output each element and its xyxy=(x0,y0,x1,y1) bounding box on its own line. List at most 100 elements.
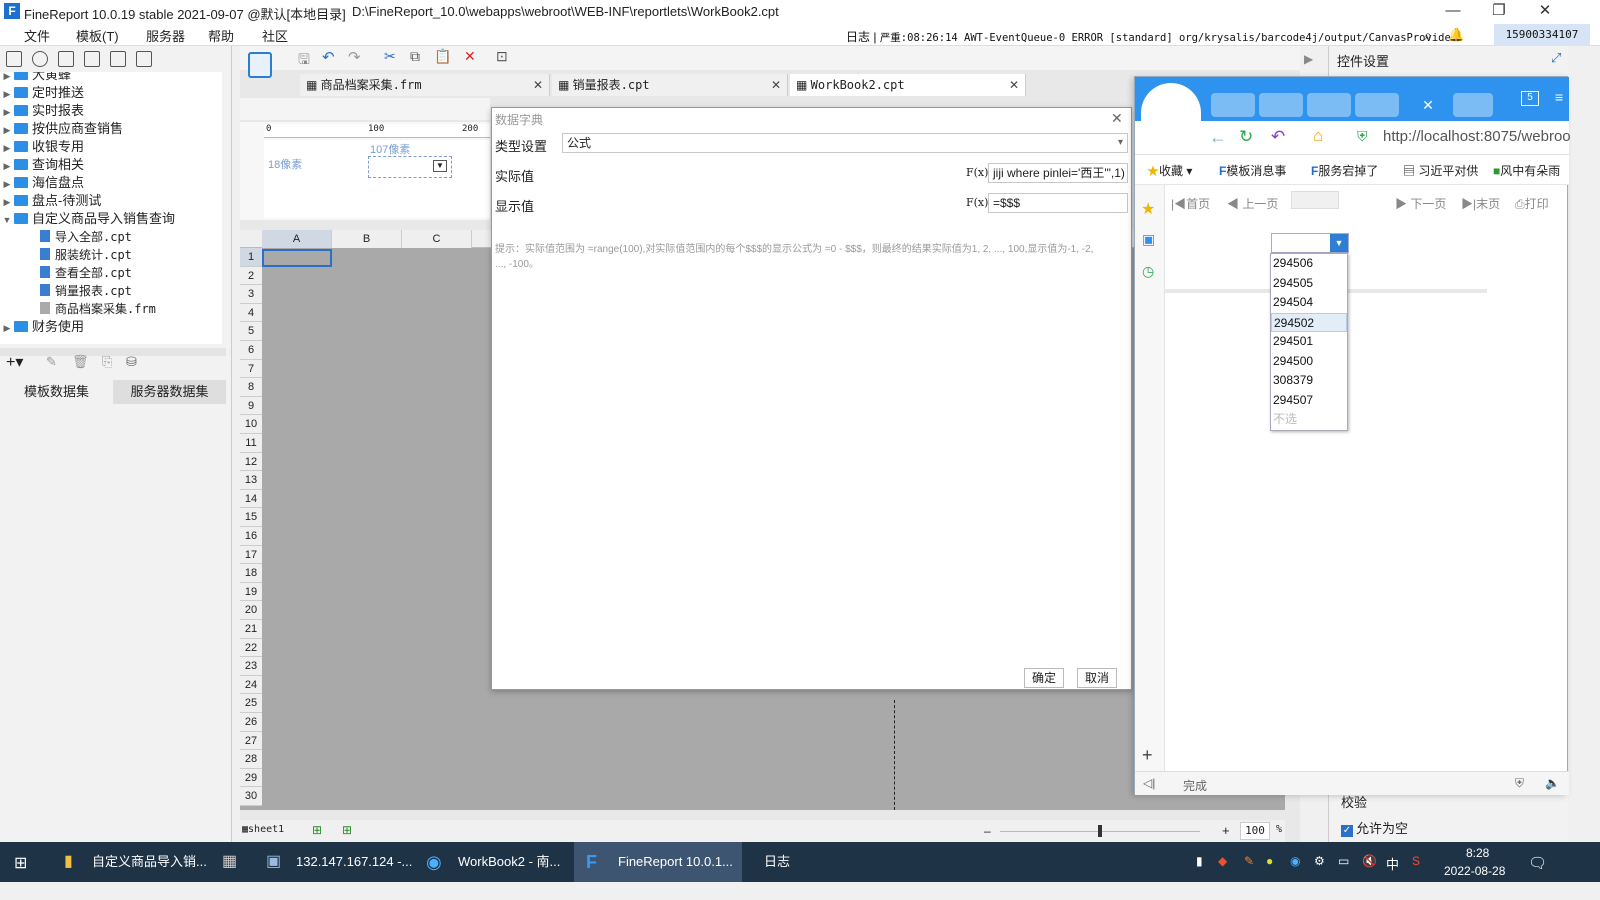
formula-icon[interactable]: F(x) xyxy=(966,166,988,179)
combo-box[interactable]: ▼ xyxy=(1271,233,1349,253)
sogou-icon[interactable]: S xyxy=(1412,854,1420,868)
tree-item-folder[interactable]: ▶ 盘点-待测试 xyxy=(0,192,102,211)
add-form-sheet-icon[interactable]: ⊞ xyxy=(342,823,352,837)
row-header[interactable]: 11 xyxy=(240,434,262,453)
row-header[interactable]: 17 xyxy=(240,545,262,565)
row-header[interactable]: 30 xyxy=(240,787,262,806)
tab-workbook2[interactable]: ▦ WorkBook2.cpt ✕ xyxy=(790,74,1026,96)
search-icon[interactable]: ⌕ xyxy=(1424,27,1432,44)
volume-icon[interactable]: 🔇 xyxy=(1362,854,1377,868)
row-header[interactable]: 6 xyxy=(240,341,262,360)
open-icon[interactable] xyxy=(58,51,74,67)
zoom-in-button[interactable]: + xyxy=(1222,823,1230,838)
menu-server[interactable]: 服务器 xyxy=(146,26,185,45)
task-browser[interactable]: ◉ WorkBook2 - 南... xyxy=(414,842,572,882)
row-header[interactable]: 2 xyxy=(240,266,262,286)
row-header[interactable]: 19 xyxy=(240,582,262,602)
tree-item-file[interactable]: 服装统计.cpt xyxy=(40,246,132,264)
tree-item-folder[interactable]: ▶ 定时推送 xyxy=(0,84,84,102)
expand-icon[interactable]: ▶ xyxy=(0,139,14,157)
row-header[interactable]: 14 xyxy=(240,489,262,509)
tree-item-folder[interactable]: ▶ 大黄蜂 xyxy=(0,72,71,84)
row-header[interactable]: 10 xyxy=(240,415,262,434)
tab-cpt[interactable]: ▦ 销量报表.cpt ✕ xyxy=(552,74,788,96)
tray-icon[interactable]: ◆ xyxy=(1218,854,1227,868)
menu-help[interactable]: 帮助 xyxy=(208,26,234,45)
close-button[interactable]: ✕ xyxy=(1522,0,1568,24)
undo-icon[interactable]: ↶ xyxy=(322,48,335,66)
zoom-slider-thumb[interactable] xyxy=(1098,825,1102,837)
row-header[interactable]: 20 xyxy=(240,601,262,620)
tree-item-folder-expanded[interactable]: ▼ 自定义商品导入销售查询 xyxy=(0,210,175,228)
browser-logo-icon[interactable] xyxy=(1141,83,1201,121)
row-header[interactable]: 24 xyxy=(240,675,262,695)
row-header[interactable]: 26 xyxy=(240,713,262,732)
browser-tab-close-icon[interactable]: ✕ xyxy=(1403,91,1453,121)
row-header[interactable]: 28 xyxy=(240,750,262,769)
column-header[interactable]: A xyxy=(262,230,332,248)
expand-icon[interactable]: ▶ xyxy=(0,175,14,193)
zoom-out-button[interactable]: – xyxy=(984,824,991,838)
tab-server-dataset[interactable]: 服务器数据集 xyxy=(113,380,226,404)
prev-page-button[interactable]: ◀ 上一页 xyxy=(1227,195,1278,212)
history-icon[interactable]: ◷ xyxy=(1142,263,1154,280)
task-folder[interactable]: ▮ 自定义商品导入销... xyxy=(48,842,208,882)
reader-icon[interactable]: ▣ xyxy=(1142,231,1155,248)
add-sheet-icon[interactable]: ⊞ xyxy=(312,823,322,837)
expand-panel-icon[interactable]: ▶ xyxy=(1304,52,1313,66)
edit-icon[interactable]: ✎ xyxy=(46,354,57,370)
row-header[interactable]: 5 xyxy=(240,322,262,341)
dropdown-option[interactable]: 294506 xyxy=(1271,254,1347,273)
sidebar-toggle-icon[interactable]: ◁| xyxy=(1143,776,1155,790)
expand-icon[interactable]: ▶ xyxy=(0,319,14,337)
tray-icon[interactable]: ▮ xyxy=(1196,854,1203,868)
add-dataset-icon[interactable]: +▾ xyxy=(6,352,23,372)
db-icon[interactable]: ⛁ xyxy=(126,354,137,370)
home-icon[interactable]: ⌂ xyxy=(1313,126,1323,146)
row-header[interactable]: 9 xyxy=(240,396,262,416)
tree-item-folder[interactable]: ▶ 按供应商查销售 xyxy=(0,120,123,138)
splitter[interactable] xyxy=(0,348,226,356)
display-value-input[interactable]: =$$$ xyxy=(988,193,1128,213)
menu-community[interactable]: 社区 xyxy=(262,26,288,45)
notification-icon[interactable]: 🗨 xyxy=(1528,854,1547,872)
tree-item-file[interactable]: 导入全部.cpt xyxy=(40,228,132,246)
log-label[interactable]: 日志 xyxy=(846,30,870,44)
row-header[interactable]: 25 xyxy=(240,694,262,713)
tree-item-folder[interactable]: ▶ 实时报表 xyxy=(0,102,84,120)
row-header[interactable]: 21 xyxy=(240,620,262,639)
expand-icon[interactable]: ▶ xyxy=(0,193,14,211)
tree-item-folder[interactable]: ▶ 收银专用 xyxy=(0,138,84,156)
pin-icon[interactable]: ⤢ xyxy=(1551,50,1561,66)
row-header[interactable]: 8 xyxy=(240,378,262,397)
row-header[interactable]: 7 xyxy=(240,359,262,379)
column-header[interactable]: B xyxy=(332,230,402,248)
url-input[interactable]: http://localhost:8075/webroo xyxy=(1383,128,1571,145)
menu-file[interactable]: 文件 xyxy=(24,26,50,45)
tree-item-file[interactable]: 销量报表.cpt xyxy=(40,282,132,300)
row-header[interactable]: 29 xyxy=(240,768,262,788)
row-header[interactable]: 23 xyxy=(240,657,262,676)
delete-icon[interactable]: ✕ xyxy=(464,48,476,65)
collapse-icon[interactable]: ▼ xyxy=(0,211,14,229)
dropdown-option[interactable]: 294505 xyxy=(1271,274,1347,293)
trash-icon[interactable]: 🗑 xyxy=(72,354,89,370)
favorites-icon[interactable]: ★ xyxy=(1141,199,1155,219)
preview-icon[interactable]: ⊡ xyxy=(496,48,508,65)
clock-time[interactable]: 8:28 xyxy=(1466,846,1489,860)
formula-icon[interactable]: F(x) xyxy=(966,196,988,209)
bookmark-favorites[interactable]: ★收藏 ▾ xyxy=(1147,162,1192,179)
combo-widget[interactable]: ▼ xyxy=(368,156,452,178)
row-header[interactable]: 12 xyxy=(240,452,262,472)
bookmark-item[interactable]: ■风中有朵雨 xyxy=(1493,162,1560,179)
copy-icon[interactable] xyxy=(136,51,152,67)
ok-button[interactable]: 确定 xyxy=(1024,668,1064,688)
windows-start-icon[interactable]: ⊞ xyxy=(14,853,27,873)
close-icon[interactable]: ✕ xyxy=(533,74,543,96)
tree-item-file[interactable]: 查看全部.cpt xyxy=(40,264,132,282)
browser-tab[interactable] xyxy=(1453,93,1493,117)
bell-icon[interactable]: 🔔 xyxy=(1448,27,1464,43)
tree-item-folder[interactable]: ▶ 海信盘点 xyxy=(0,174,84,192)
row-header[interactable]: 3 xyxy=(240,285,262,304)
menu-template[interactable]: 模板(T) xyxy=(76,26,119,45)
